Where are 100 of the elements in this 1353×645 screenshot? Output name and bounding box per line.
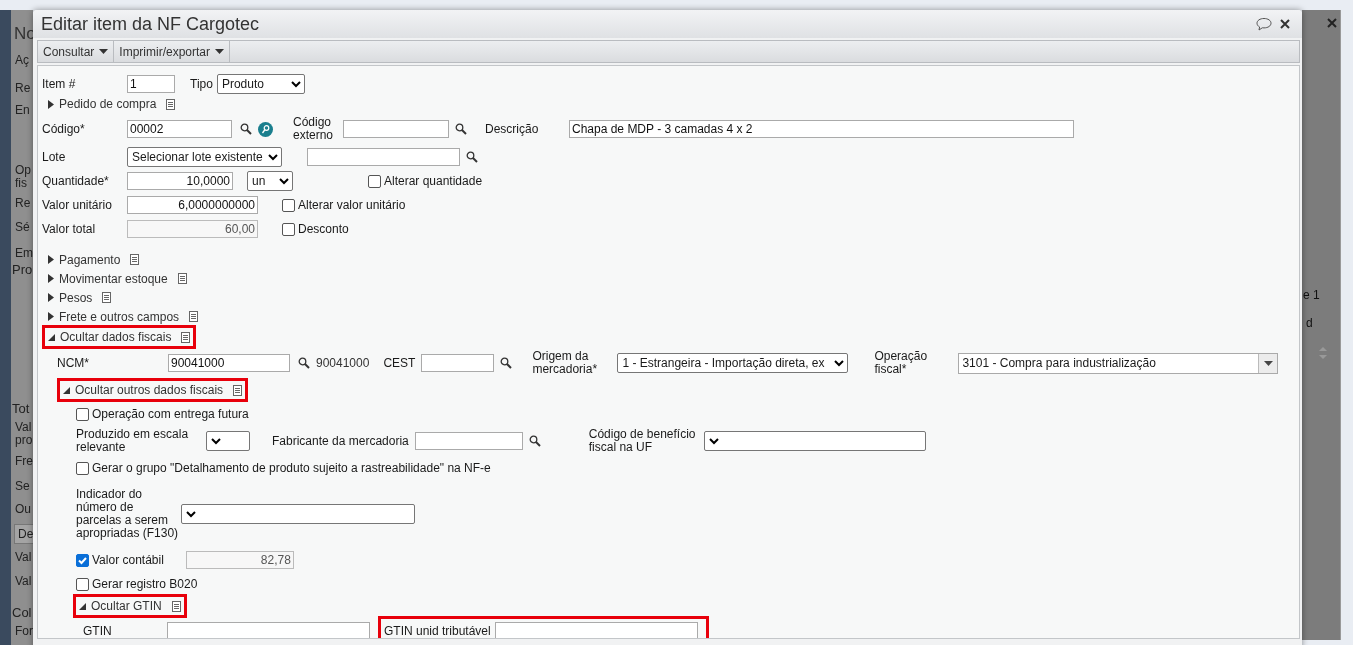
search-icon[interactable] bbox=[500, 357, 513, 369]
chevron-down-icon bbox=[279, 177, 289, 185]
field-label: Código externo bbox=[293, 116, 335, 142]
input-field[interactable]: 90041000 bbox=[168, 354, 290, 372]
caret-icon bbox=[215, 49, 225, 54]
section-label[interactable]: Pagamento bbox=[59, 252, 121, 267]
checkbox-label: Valor contábil bbox=[92, 553, 164, 567]
section-toggle[interactable]: Ocultar GTIN bbox=[73, 594, 187, 618]
input-field[interactable] bbox=[167, 622, 370, 638]
background-text: Em bbox=[15, 246, 33, 260]
input-field[interactable]: Chapa de MDP - 3 camadas 4 x 2 bbox=[569, 120, 1074, 138]
chevron-down-icon bbox=[211, 437, 221, 445]
search-icon[interactable] bbox=[240, 123, 252, 135]
document-icon[interactable] bbox=[171, 600, 181, 612]
close-icon[interactable] bbox=[1280, 19, 1290, 29]
search-icon[interactable] bbox=[455, 123, 467, 135]
checkbox[interactable] bbox=[368, 174, 381, 188]
document-icon[interactable] bbox=[177, 273, 187, 284]
chevron-down-icon bbox=[708, 437, 719, 445]
field-label: Operação fiscal* bbox=[874, 350, 929, 376]
combo-box[interactable]: 3101 - Compra para industrialização bbox=[958, 352, 1279, 374]
input-field[interactable] bbox=[421, 354, 495, 372]
checkbox[interactable] bbox=[76, 577, 89, 591]
select-field[interactable] bbox=[181, 504, 415, 524]
search-icon[interactable] bbox=[528, 435, 541, 447]
menu-button[interactable]: Imprimir/exportar bbox=[114, 41, 231, 62]
input-field[interactable]: 6,0000000000 bbox=[127, 196, 258, 214]
field-label: Item # bbox=[42, 77, 77, 91]
section-label[interactable]: Pedido de compra bbox=[59, 97, 157, 111]
section-label[interactable]: Movimentar estoque bbox=[59, 271, 168, 286]
document-icon[interactable] bbox=[166, 98, 176, 110]
triangle-collapsed-icon bbox=[48, 312, 54, 321]
search-icon[interactable] bbox=[466, 151, 478, 163]
select-field[interactable]: 1 - Estrangeira - Importação direta, ex bbox=[617, 353, 849, 373]
input-field[interactable] bbox=[494, 622, 698, 638]
background-text: En bbox=[15, 103, 30, 117]
document-icon[interactable] bbox=[189, 311, 199, 322]
triangle-collapsed-icon bbox=[48, 293, 54, 302]
checkbox-label: Gerar o grupo "Detalhamento de produto sujeito a rastreabilidade" na NF-e bbox=[92, 461, 491, 475]
checkbox[interactable] bbox=[282, 198, 295, 212]
chevron-down-icon bbox=[268, 153, 278, 161]
input-field[interactable]: 1 bbox=[127, 75, 175, 93]
chevron-down-icon bbox=[290, 80, 301, 88]
checkbox-label: Alterar quantidade bbox=[384, 174, 483, 188]
checkbox-label: Gerar registro B020 bbox=[92, 577, 198, 591]
section-label[interactable]: Ocultar dados fiscais bbox=[60, 330, 172, 344]
triangle-expanded-icon bbox=[79, 602, 86, 610]
checkbox[interactable] bbox=[76, 407, 89, 421]
input-field[interactable]: 10,0000 bbox=[127, 172, 233, 190]
section-toggle[interactable]: Ocultar dados fiscais bbox=[42, 325, 197, 349]
background-text: Val bbox=[15, 574, 32, 588]
background-text: Re bbox=[15, 81, 31, 95]
window-title: Editar item da NF Cargotec bbox=[41, 13, 261, 35]
document-icon[interactable] bbox=[130, 254, 140, 265]
field-label: Produzido em escala relevante bbox=[76, 428, 190, 454]
key-circle-icon[interactable] bbox=[258, 121, 273, 137]
triangle-expanded-icon bbox=[48, 333, 55, 341]
background-text: Col bbox=[12, 606, 32, 620]
background-text: For bbox=[15, 624, 33, 638]
background-text: Aç bbox=[15, 53, 29, 67]
select-field[interactable]: un bbox=[247, 171, 293, 191]
background-text: De bbox=[14, 524, 34, 544]
search-icon[interactable] bbox=[298, 357, 310, 369]
document-icon[interactable] bbox=[181, 331, 191, 343]
field-label: CEST bbox=[383, 356, 416, 370]
background-text: Ou bbox=[15, 502, 31, 516]
field-label: Indicador do número de parcelas a serem apropriadas (F130) bbox=[76, 488, 180, 540]
input-field[interactable]: 00002 bbox=[127, 120, 232, 138]
background-text: Re bbox=[15, 196, 31, 210]
field-label: Quantidade* bbox=[42, 174, 110, 188]
triangle-expanded-icon bbox=[63, 386, 70, 394]
input-field[interactable] bbox=[414, 432, 523, 450]
select-field[interactable] bbox=[703, 431, 926, 451]
triangle-collapsed-icon bbox=[48, 274, 54, 283]
section-label[interactable]: Ocultar GTIN bbox=[91, 599, 162, 613]
field-label: GTIN bbox=[83, 624, 113, 638]
triangle-collapsed-icon bbox=[48, 255, 54, 264]
background-text: Se bbox=[15, 479, 30, 493]
section-label[interactable]: Pesos bbox=[59, 290, 93, 305]
select-field[interactable] bbox=[206, 431, 250, 451]
section-label[interactable]: Frete e outros campos bbox=[59, 309, 180, 324]
section-label[interactable]: Ocultar outros dados fiscais bbox=[75, 383, 224, 397]
background-text: Fre bbox=[15, 454, 33, 468]
document-icon[interactable] bbox=[102, 292, 112, 303]
background-text: Tot bbox=[12, 402, 30, 416]
field-label: Código de benefício fiscal na UF bbox=[588, 428, 697, 454]
checkbox[interactable] bbox=[282, 222, 295, 236]
caret-icon bbox=[99, 49, 109, 54]
menu-button[interactable]: Consultar bbox=[38, 41, 115, 62]
checkbox[interactable] bbox=[76, 461, 89, 475]
speech-bubble-icon[interactable] bbox=[1256, 17, 1272, 31]
section-toggle[interactable]: Ocultar outros dados fiscais bbox=[57, 378, 249, 402]
input-field[interactable] bbox=[307, 148, 460, 166]
document-icon[interactable] bbox=[233, 384, 243, 396]
select-field[interactable]: Produto bbox=[216, 74, 305, 94]
section-toggle[interactable]: Pedido de compra bbox=[42, 92, 182, 116]
input-field[interactable] bbox=[343, 120, 449, 138]
select-field[interactable]: Selecionar lote existente bbox=[127, 147, 282, 167]
field-label: Código* bbox=[42, 122, 86, 136]
field-label: Valor unitário bbox=[42, 198, 113, 212]
